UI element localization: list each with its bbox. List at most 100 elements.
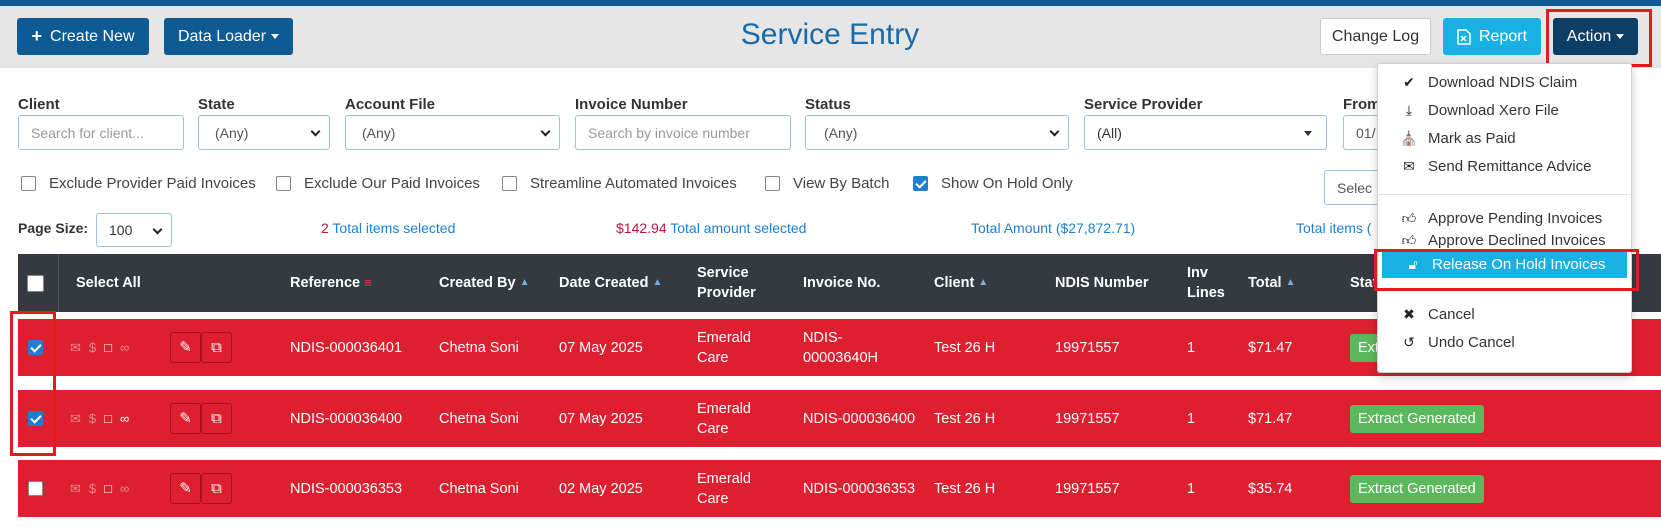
paperclip-icon[interactable]: ∞	[120, 409, 129, 429]
menu-item-download-xero-file[interactable]: ⤓ Download Xero File	[1378, 96, 1631, 124]
paperclip-icon[interactable]: ∞	[120, 338, 129, 358]
header-ndis-number[interactable]: NDIS Number	[1055, 254, 1148, 312]
cell-invoice-no: NDIS-000036353	[803, 480, 916, 497]
view-by-batch-checkbox[interactable]: View By Batch	[765, 175, 889, 192]
header-select-all[interactable]: Select All	[76, 254, 141, 312]
data-loader-label: Data Loader	[177, 27, 267, 45]
header-created-by[interactable]: Created By ▲︎	[439, 254, 529, 312]
envelope-icon[interactable]: ✉	[70, 409, 81, 429]
header-inv-lines[interactable]: Inv Lines	[1187, 254, 1232, 312]
client-search-input[interactable]: Search for client...	[18, 115, 184, 150]
header-client[interactable]: Client ▲︎	[934, 254, 988, 312]
copy-icon[interactable]: ⧉	[201, 403, 232, 434]
header-total[interactable]: Total ▲︎	[1248, 254, 1295, 312]
menu-item-approve-declined-invoices[interactable]: 👍︎ Approve Declined Invoices	[1378, 230, 1631, 248]
exclude-provider-paid-checkbox[interactable]: Exclude Provider Paid Invoices	[21, 175, 256, 192]
cell-total: $71.47	[1248, 410, 1293, 427]
service-provider-select[interactable]: (All)	[1084, 115, 1327, 150]
header-reference-label: Reference	[290, 275, 361, 291]
caret-down-icon	[1616, 34, 1625, 39]
header-divider	[58, 254, 59, 312]
streamline-automated-checkbox[interactable]: Streamline Automated Invoices	[502, 175, 737, 192]
menu-item-undo-cancel[interactable]: ↺ Undo Cancel	[1378, 328, 1631, 356]
action-button[interactable]: Action	[1553, 18, 1638, 55]
cell-invoice-no: NDIS-00003640H	[803, 329, 878, 366]
select-all-checkbox[interactable]	[27, 254, 44, 312]
paperclip-icon[interactable]: ∞	[120, 479, 129, 499]
status-label: Status	[805, 96, 851, 113]
report-label: Report	[1478, 27, 1528, 45]
checkbox-label: Show On Hold Only	[941, 175, 1073, 192]
header-date-created[interactable]: Date Created ▲︎	[559, 254, 662, 312]
sort-icon: ▲︎	[519, 277, 530, 288]
exclude-our-paid-checkbox[interactable]: Exclude Our Paid Invoices	[276, 175, 480, 192]
menu-item-download-ndis-claim[interactable]: ✔ Download NDIS Claim	[1378, 68, 1631, 96]
report-button[interactable]: Report	[1443, 18, 1541, 55]
checkbox[interactable]	[27, 274, 44, 292]
checkbox-label: Exclude Provider Paid Invoices	[49, 175, 256, 192]
row-checkbox[interactable]	[28, 319, 43, 376]
menu-item-mark-as-paid[interactable]: ⛪ Mark as Paid	[1378, 124, 1631, 152]
copy-icon[interactable]: ⧉	[201, 473, 232, 504]
client-label: Client	[18, 96, 60, 113]
checkbox[interactable]	[21, 176, 36, 191]
cell-reference: NDIS-000036401	[290, 339, 403, 356]
dollar-icon[interactable]: $	[89, 479, 96, 499]
data-loader-button[interactable]: Data Loader	[164, 18, 293, 55]
envelope-icon[interactable]: ✉	[70, 479, 81, 499]
header-reference[interactable]: Reference ≡	[290, 254, 372, 312]
create-new-button[interactable]: + Create New	[17, 18, 149, 55]
header-service-provider[interactable]: Service Provider	[697, 254, 777, 312]
file-icon[interactable]: □	[104, 338, 112, 358]
checkbox-checked[interactable]	[28, 411, 43, 426]
checkbox[interactable]	[765, 176, 780, 191]
copy-icon[interactable]: ⧉	[201, 332, 232, 363]
sort-icon: ▲︎	[978, 277, 989, 288]
table-row[interactable]: ✉ $ □ ∞ ✎ ⧉ NDIS-000036353 Chetna Soni 0…	[18, 460, 1661, 517]
file-icon[interactable]: □	[104, 409, 112, 429]
table-row[interactable]: ✉ $ □ ∞ ✎ ⧉ NDIS-000036400 Chetna Soni 0…	[18, 390, 1661, 447]
checkbox-checked[interactable]	[913, 176, 928, 191]
menu-item-release-on-hold-invoices[interactable]: 🔓︎ Release On Hold Invoices	[1382, 250, 1627, 278]
cell-status: Extract Generated	[1350, 390, 1484, 447]
status-select-value: (Any)	[824, 124, 858, 141]
change-log-button[interactable]: Change Log	[1320, 18, 1431, 55]
header-status[interactable]: Stat	[1350, 254, 1377, 312]
checkbox[interactable]	[28, 481, 43, 496]
account-file-select[interactable]: (Any)	[345, 115, 560, 150]
select-dropdown-partial[interactable]: Selec	[1324, 170, 1384, 205]
checkbox-checked[interactable]	[28, 340, 43, 355]
menu-item-label: Approve Pending Invoices	[1428, 209, 1603, 227]
file-icon[interactable]: □	[104, 479, 112, 499]
invoice-number-input[interactable]: Search by invoice number	[575, 115, 791, 150]
status-select[interactable]: (Any)	[805, 115, 1069, 150]
header-invoice-no[interactable]: Invoice No.	[803, 254, 880, 312]
menu-item-cancel[interactable]: ✖ Cancel	[1378, 300, 1631, 328]
page-size-value: 100	[109, 222, 133, 238]
state-select[interactable]: (Any)	[198, 115, 330, 150]
selected-count: 2	[321, 220, 329, 236]
cell-ndis-number: 19971557	[1055, 480, 1120, 497]
page-size-select[interactable]: 100	[96, 213, 172, 247]
sort-icon: ▲︎	[1285, 277, 1296, 288]
row-checkbox[interactable]	[28, 390, 43, 447]
undo-icon: ↺	[1403, 333, 1415, 350]
menu-item-approve-pending-invoices[interactable]: 👍︎ Approve Pending Invoices	[1378, 204, 1631, 232]
checkbox[interactable]	[502, 176, 517, 191]
dollar-icon[interactable]: $	[89, 338, 96, 358]
checkbox[interactable]	[276, 176, 291, 191]
cell-status: Extract Generated	[1350, 460, 1484, 517]
row-checkbox[interactable]	[28, 460, 43, 517]
sort-desc-icon: ≡	[364, 275, 372, 290]
row-icons: ✉ $ □ ∞	[70, 460, 137, 517]
invoice-number-label: Invoice Number	[575, 96, 688, 113]
menu-item-send-remittance-advice[interactable]: ✉ Send Remittance Advice	[1378, 152, 1631, 180]
edit-icon[interactable]: ✎	[170, 403, 201, 434]
cell-service-provider: Emerald Care	[697, 470, 751, 507]
edit-icon[interactable]: ✎	[170, 473, 201, 504]
show-on-hold-only-checkbox[interactable]: Show On Hold Only	[913, 175, 1073, 192]
envelope-icon[interactable]: ✉	[70, 338, 81, 358]
chevron-down-icon	[152, 224, 163, 235]
dollar-icon[interactable]: $	[89, 409, 96, 429]
edit-icon[interactable]: ✎	[170, 332, 201, 363]
